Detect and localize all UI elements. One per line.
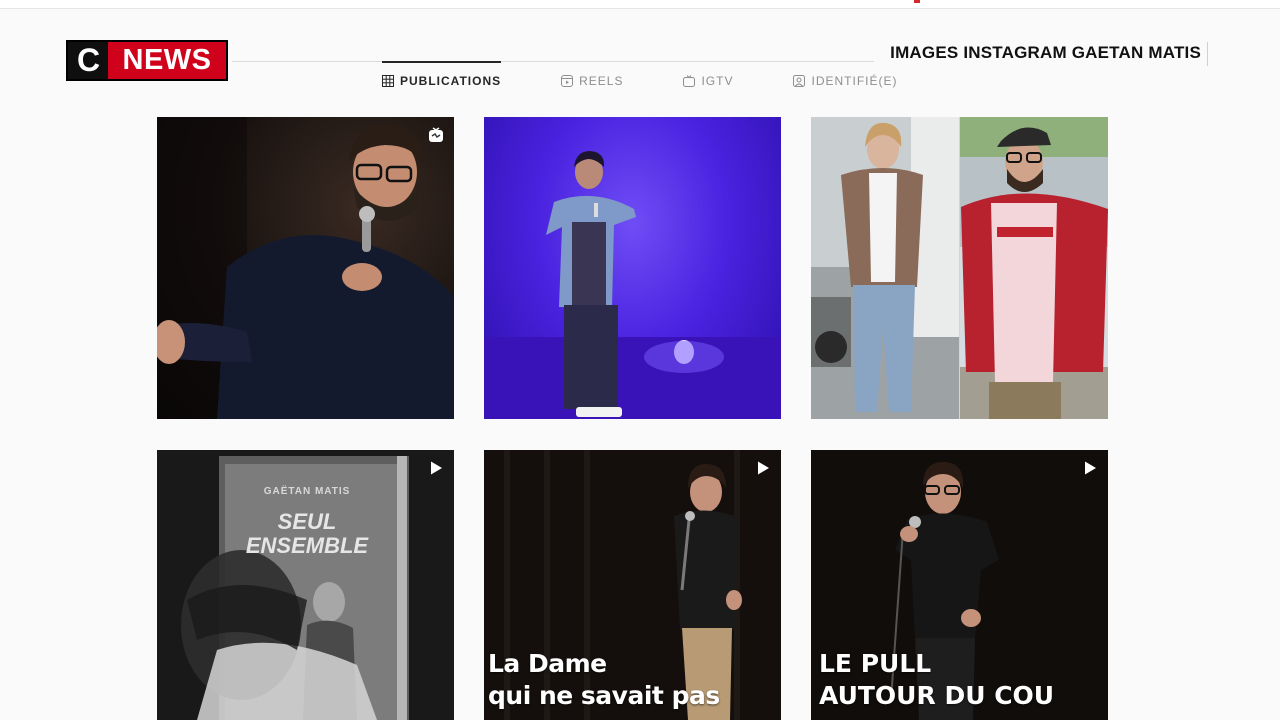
post-thumbnail[interactable]: GAËTAN MATIS SEUL ENSEMBLE [157, 450, 454, 720]
grid-icon [382, 75, 394, 87]
caption-line: AUTOUR DU COU [819, 681, 1055, 710]
logo-news-text: NEWS [122, 44, 212, 76]
top-accent-mark [914, 0, 920, 3]
play-icon [431, 461, 442, 475]
tab-label: IGTV [701, 74, 734, 88]
post-photo [484, 151, 781, 419]
tagged-icon [793, 75, 806, 87]
igtv-icon [683, 75, 696, 87]
post-thumbnail[interactable] [811, 117, 1108, 419]
tab-igtv[interactable]: IGTV [683, 62, 733, 100]
reels-icon [561, 75, 574, 87]
post-caption: La Dame qui ne savait pas [488, 648, 720, 712]
logo-c-letter: C [68, 42, 108, 79]
post-thumbnail[interactable] [157, 117, 454, 419]
tab-label: PUBLICATIONS [400, 74, 502, 88]
play-icon [758, 461, 769, 475]
tab-publications[interactable]: PUBLICATIONS [382, 61, 502, 100]
tab-reels[interactable]: REELS [561, 62, 623, 100]
play-icon [1085, 461, 1096, 475]
post-caption: LE PULL AUTOUR DU COU [819, 648, 1054, 712]
profile-tabs: PUBLICATIONS REELS IGTV IDENTIFIÉ(E) [382, 61, 897, 102]
tab-tagged[interactable]: IDENTIFIÉ(E) [793, 62, 897, 100]
browser-top-strip [0, 0, 1280, 9]
tab-label: REELS [579, 74, 624, 88]
tab-label: IDENTIFIÉ(E) [811, 74, 898, 88]
post-photo [811, 117, 1108, 419]
poster-show-title: SEUL ENSEMBLE [217, 510, 397, 558]
post-thumbnail[interactable]: LE PULL AUTOUR DU COU [811, 450, 1108, 720]
broadcast-banner-title: IMAGES INSTAGRAM GAETAN MATIS [890, 42, 1208, 66]
poster-artist-name: GAËTAN MATIS [263, 486, 351, 497]
post-thumbnail[interactable] [484, 117, 781, 419]
caption-line: qui ne savait pas [488, 681, 720, 710]
caption-line: La Dame [488, 649, 607, 678]
caption-line: LE PULL [819, 649, 932, 678]
poster-title-line: ENSEMBLE [245, 533, 369, 558]
cnews-logo: C NEWS [66, 40, 228, 81]
poster-title-line: SEUL [277, 509, 337, 534]
post-thumbnail[interactable]: La Dame qui ne savait pas [484, 450, 781, 720]
post-photo [157, 117, 454, 419]
igtv-icon [429, 127, 443, 142]
